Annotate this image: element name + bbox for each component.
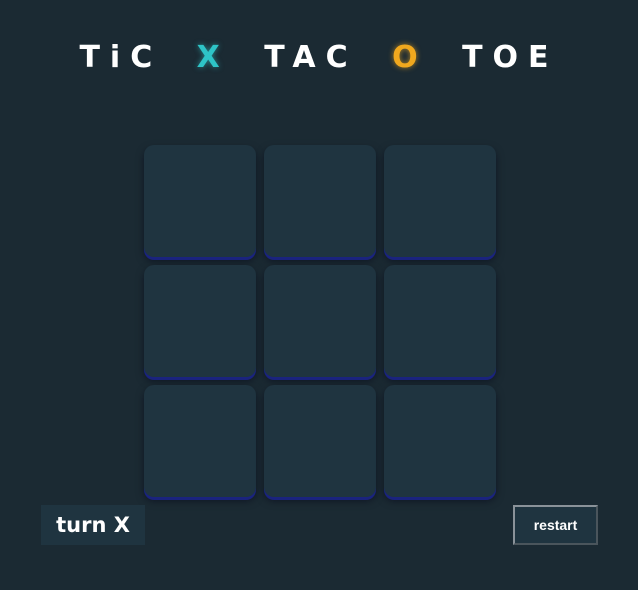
title-word-tac: TAC: [264, 40, 358, 75]
board-cell-5[interactable]: [264, 265, 376, 377]
title-word-tic: TiC: [79, 40, 163, 75]
board-cell-2[interactable]: [264, 145, 376, 257]
board-cell-4[interactable]: [144, 265, 256, 377]
restart-button[interactable]: restart: [513, 505, 598, 545]
game-board: [144, 145, 496, 497]
board-cell-8[interactable]: [264, 385, 376, 497]
game-title: TiC X TAC O TOE: [0, 40, 638, 75]
board-cell-9[interactable]: [384, 385, 496, 497]
board-cell-1[interactable]: [144, 145, 256, 257]
title-x-mark: X: [196, 40, 230, 75]
board-cell-6[interactable]: [384, 265, 496, 377]
title-o-mark: O: [392, 40, 428, 75]
board-cell-3[interactable]: [384, 145, 496, 257]
board-cell-7[interactable]: [144, 385, 256, 497]
title-word-toe: TOE: [462, 40, 559, 75]
turn-indicator: turn X: [41, 505, 145, 545]
